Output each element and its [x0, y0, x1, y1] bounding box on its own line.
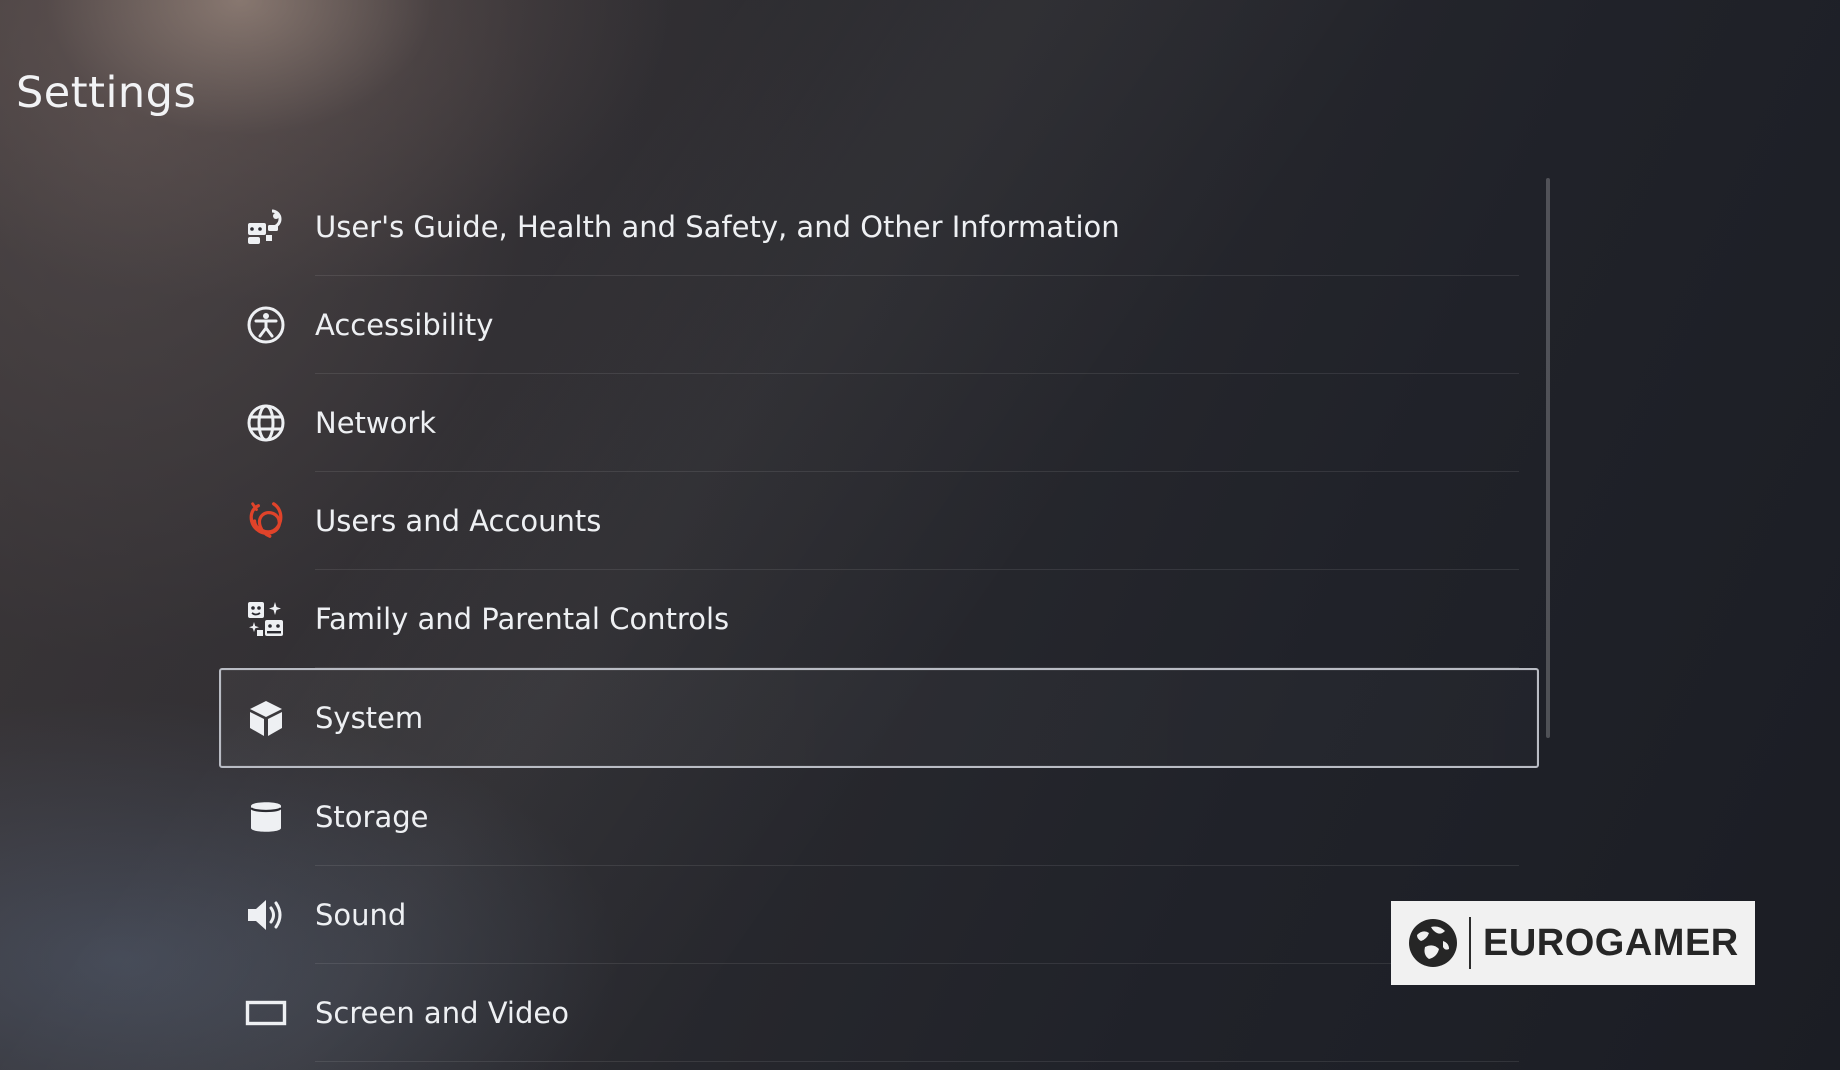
menu-item-users-guide[interactable]: User's Guide, Health and Safety, and Oth… — [219, 178, 1539, 276]
menu-item-accessibility[interactable]: Accessibility — [219, 276, 1539, 374]
storage-icon — [245, 796, 287, 838]
speaker-icon — [245, 894, 287, 936]
users-accounts-icon — [245, 500, 287, 542]
menu-item-family[interactable]: Family and Parental Controls — [219, 570, 1539, 668]
watermark-text: EUROGAMER — [1483, 921, 1739, 964]
scrollbar[interactable] — [1546, 178, 1550, 738]
info-guide-icon — [245, 206, 287, 248]
settings-menu: User's Guide, Health and Safety, and Oth… — [219, 178, 1539, 1062]
watermark-divider — [1469, 917, 1471, 969]
menu-item-label: Storage — [315, 800, 429, 834]
globe-icon — [245, 402, 287, 444]
menu-item-label: Sound — [315, 898, 407, 932]
globe-logo-icon — [1409, 919, 1457, 967]
menu-item-label: Accessibility — [315, 308, 494, 342]
family-icon — [245, 598, 287, 640]
eurogamer-watermark: EUROGAMER — [1391, 901, 1755, 985]
menu-item-system[interactable]: System — [219, 668, 1539, 768]
cube-icon — [245, 697, 287, 739]
menu-item-storage[interactable]: Storage — [219, 768, 1539, 866]
menu-item-label: User's Guide, Health and Safety, and Oth… — [315, 210, 1120, 244]
menu-item-network[interactable]: Network — [219, 374, 1539, 472]
page-title: Settings — [16, 68, 197, 118]
screen-icon — [245, 992, 287, 1034]
menu-item-label: Screen and Video — [315, 996, 569, 1030]
menu-item-sound[interactable]: Sound — [219, 866, 1539, 964]
menu-item-label: Family and Parental Controls — [315, 602, 730, 636]
menu-item-users-accounts[interactable]: Users and Accounts — [219, 472, 1539, 570]
menu-item-label: Users and Accounts — [315, 504, 602, 538]
menu-item-label: Network — [315, 406, 437, 440]
accessibility-icon — [245, 304, 287, 346]
menu-item-label: System — [315, 701, 424, 735]
menu-item-screen-video[interactable]: Screen and Video — [219, 964, 1539, 1062]
